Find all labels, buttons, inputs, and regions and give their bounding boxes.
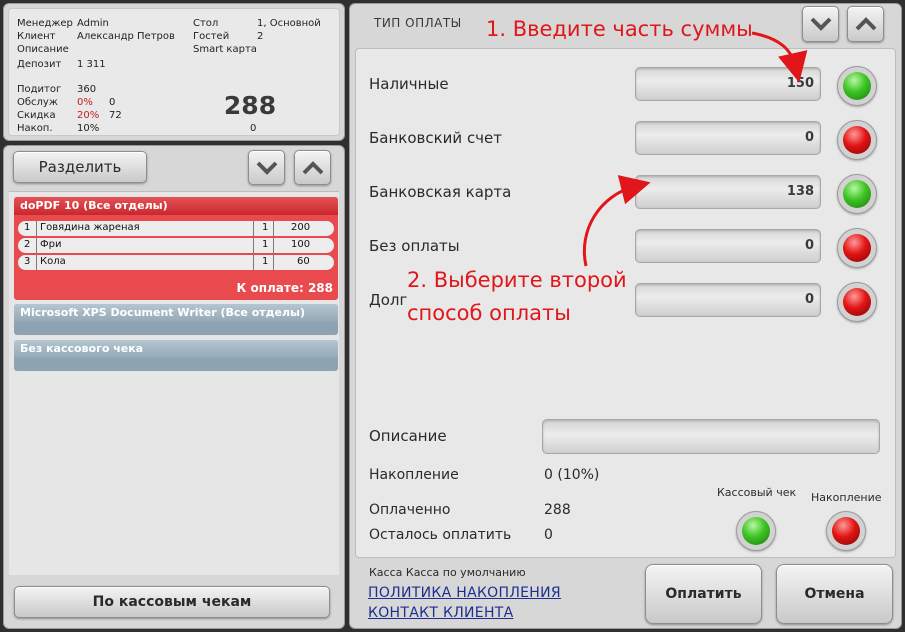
accum-toggle-lamp[interactable]: [826, 511, 866, 551]
pay-scroll-up-button[interactable]: [847, 6, 884, 42]
row-item-name: Фри: [40, 239, 62, 250]
accumulation-label: Накопление: [369, 467, 459, 483]
discount-label: Скидка: [17, 110, 56, 121]
accum-value: 0: [250, 123, 257, 134]
row-number: 2: [24, 239, 31, 250]
no-payment-amount-input[interactable]: 0: [635, 229, 821, 263]
hint-choose-second-line2: способ оплаты: [407, 301, 571, 325]
hint-choose-second-line1: 2. Выберите второй: [407, 268, 627, 292]
deposit-value: 1 311: [77, 59, 106, 70]
row-price: 60: [297, 256, 310, 267]
pay-scroll-down-button[interactable]: [802, 6, 839, 42]
guests-value: 2: [257, 31, 264, 42]
client-value: Александр Петров: [77, 31, 175, 42]
row-item-name: Говядина жареная: [40, 222, 140, 233]
remaining-label: Осталось оплатить: [369, 527, 512, 543]
accum-toggle-label: Накопление: [811, 491, 882, 504]
discount-percent: 20%: [77, 110, 100, 121]
method-label-no-payment: Без оплаты: [369, 237, 460, 255]
row-qty: 1: [262, 256, 269, 267]
receipt-toggle-label: Кассовый чек: [717, 486, 797, 499]
chevron-down-icon: [256, 161, 277, 175]
table-label: Стол: [193, 18, 219, 29]
check-printer-name: doPDF 10 (Все отделы): [14, 197, 338, 215]
cash-register-info: Касса Касса по умолчанию: [369, 566, 526, 579]
method-label-bank-account: Банковский счет: [369, 129, 503, 147]
client-label: Клиент: [17, 31, 56, 42]
check-card-dopdf[interactable]: doPDF 10 (Все отделы) 1 Говядина жареная…: [14, 197, 338, 300]
check-to-pay: К оплате: 288: [236, 281, 333, 295]
subtotal-value: 360: [77, 84, 97, 95]
debt-amount-input[interactable]: 0: [635, 283, 821, 317]
manager-value: Admin: [77, 18, 109, 29]
row-number: 1: [24, 222, 31, 233]
manager-label: Менеджер: [17, 18, 73, 29]
method-label-debt: Долг: [369, 291, 408, 309]
remaining-value: 0: [544, 527, 553, 543]
payment-type-title: ТИП ОПЛАТЫ: [374, 16, 462, 30]
order-info-box: Менеджер Admin Клиент Александр Петров О…: [8, 8, 340, 136]
service-percent: 0%: [77, 97, 93, 108]
row-item-name: Кола: [40, 256, 66, 267]
order-info-panel: Менеджер Admin Клиент Александр Петров О…: [3, 3, 345, 141]
paid-label: Оплаченно: [369, 502, 451, 518]
check-card-no-receipt[interactable]: Без кассового чека: [14, 340, 338, 371]
accumulation-value: 0 (10%): [544, 467, 600, 483]
method-label-bank-card: Банковская карта: [369, 183, 512, 201]
row-price: 200: [291, 222, 311, 233]
service-label: Обслуж: [17, 97, 58, 108]
client-contact-link[interactable]: КОНТАКТ КЛИЕНТА: [368, 605, 514, 621]
cash-toggle-lamp[interactable]: [837, 66, 877, 106]
receipt-toggle-lamp[interactable]: [736, 511, 776, 551]
pay-button[interactable]: Оплатить: [645, 564, 762, 624]
no-payment-toggle-lamp[interactable]: [837, 228, 877, 268]
bank-card-toggle-lamp[interactable]: [837, 174, 877, 214]
checks-panel: Разделить doPDF 10 (Все отделы) 1 Говяди…: [3, 145, 345, 629]
row-number: 3: [24, 256, 31, 267]
row-qty: 1: [262, 222, 269, 233]
cash-amount-input[interactable]: 150: [635, 67, 821, 101]
row-price: 100: [291, 239, 311, 250]
cancel-button[interactable]: Отмена: [776, 564, 893, 624]
bank-card-amount-input[interactable]: 138: [635, 175, 821, 209]
order-total: 288: [223, 91, 277, 120]
chevron-down-icon: [810, 17, 831, 31]
check-list: doPDF 10 (Все отделы) 1 Говядина жареная…: [9, 191, 339, 575]
paid-value: 288: [544, 502, 571, 518]
description-label: Описание: [369, 427, 447, 445]
scroll-down-button[interactable]: [248, 150, 285, 185]
subtotal-label: Подитог: [17, 84, 62, 95]
scroll-up-button[interactable]: [294, 150, 331, 185]
deposit-label: Депозит: [17, 59, 62, 70]
guests-label: Гостей: [193, 31, 230, 42]
service-value: 0: [109, 97, 116, 108]
card-value: Smart карта: [193, 44, 257, 55]
accumulation-policy-link[interactable]: ПОЛИТИКА НАКОПЛЕНИЯ: [368, 585, 561, 601]
method-label-cash: Наличные: [369, 75, 449, 93]
description-input[interactable]: [542, 419, 880, 454]
discount-value: 72: [109, 110, 122, 121]
order-row[interactable]: 3 Кола 1 60: [18, 255, 334, 270]
accum-label: Накоп.: [17, 123, 53, 134]
chevron-up-icon: [302, 160, 323, 174]
debt-toggle-lamp[interactable]: [837, 282, 877, 322]
row-qty: 1: [262, 239, 269, 250]
by-receipts-button[interactable]: По кассовым чекам: [14, 586, 330, 618]
check-card-xps[interactable]: Microsoft XPS Document Writer (Все отдел…: [14, 304, 338, 335]
bank-account-amount-input[interactable]: 0: [635, 121, 821, 155]
bank-account-toggle-lamp[interactable]: [837, 120, 877, 160]
chevron-up-icon: [855, 17, 876, 31]
table-value: 1, Основной: [257, 18, 321, 29]
split-button[interactable]: Разделить: [13, 151, 147, 183]
description-label: Описание: [17, 44, 69, 55]
check-printer-name: Без кассового чека: [14, 340, 338, 358]
order-row[interactable]: 2 Фри 1 100: [18, 238, 334, 253]
accum-percent: 10%: [77, 123, 100, 134]
order-row[interactable]: 1 Говядина жареная 1 200: [18, 221, 334, 236]
check-printer-name: Microsoft XPS Document Writer (Все отдел…: [14, 304, 338, 322]
hint-enter-amount: 1. Введите часть суммы: [486, 17, 753, 41]
